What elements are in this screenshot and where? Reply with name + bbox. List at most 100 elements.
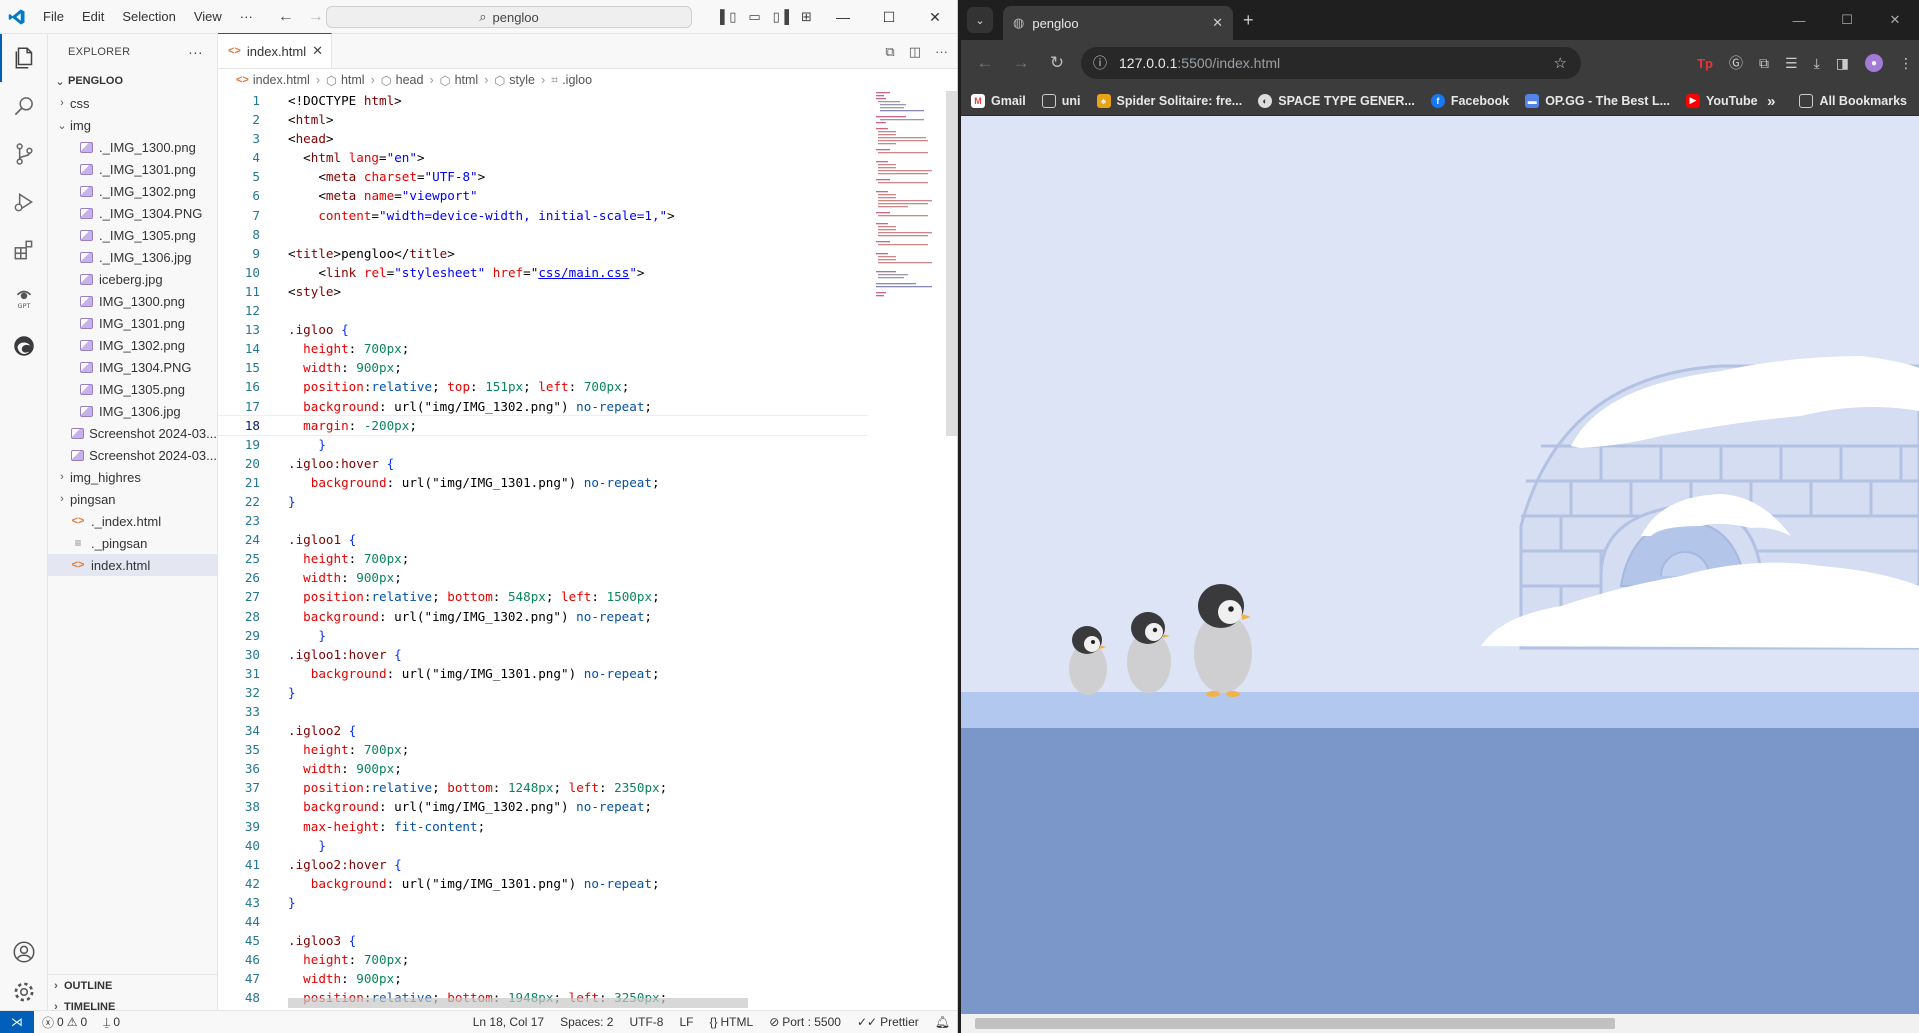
new-tab-icon[interactable]: +: [1243, 10, 1254, 31]
code-line[interactable]: 16 position:relative; top: 151px; left: …: [218, 377, 868, 396]
code-line[interactable]: 22}: [218, 492, 868, 511]
outline-section[interactable]: › OUTLINE: [48, 974, 218, 996]
live-server-port[interactable]: ⊘ Port : 5500: [761, 1015, 849, 1029]
profile-avatar-icon[interactable]: ●: [1865, 54, 1883, 72]
breadcrumb-item[interactable]: html: [341, 73, 365, 87]
toggle-secondary-sidebar-icon[interactable]: ▯▐: [773, 9, 789, 25]
code-line[interactable]: 28 background: url("img/IMG_1302.png") n…: [218, 607, 868, 626]
code-line[interactable]: 41 .igloo2:hover {: [218, 855, 868, 874]
gpt-extension-icon[interactable]: GPT: [0, 274, 48, 322]
code-line[interactable]: 26 width: 900px;: [218, 568, 868, 587]
customize-layout-icon[interactable]: ⊞: [801, 9, 812, 25]
open-preview-icon[interactable]: ⧉: [885, 44, 894, 60]
tp-extension-icon[interactable]: Tp: [1697, 56, 1713, 71]
source-control-icon[interactable]: [0, 130, 48, 178]
toggle-panel-icon[interactable]: ▭: [748, 9, 760, 25]
code-line[interactable]: 7 content="width=device-width, initial-s…: [218, 206, 868, 225]
problems-indicator[interactable]: ⓧ 0 ⚠ 0: [34, 1014, 95, 1031]
code-line[interactable]: 9 <title>pengloo</title>: [218, 244, 868, 263]
code-line[interactable]: 31 background: url("img/IMG_1301.png") n…: [218, 664, 868, 683]
minimize-icon[interactable]: —: [820, 0, 866, 34]
minimize-icon[interactable]: —: [1775, 0, 1823, 40]
code-line[interactable]: 37 position: relative; bottom: 1248px; le…: [218, 778, 868, 797]
bookmark-facebook[interactable]: f Facebook: [1430, 93, 1509, 108]
code-line[interactable]: 30 .igloo1:hover {: [218, 645, 868, 664]
maximize-icon[interactable]: ☐: [866, 0, 912, 34]
code-line[interactable]: 32}: [218, 683, 868, 702]
tree-file[interactable]: ._IMG_1301.png: [48, 158, 217, 180]
breadcrumb-item[interactable]: html: [455, 73, 479, 87]
tree-file[interactable]: ._IMG_1300.png: [48, 136, 217, 158]
run-debug-icon[interactable]: [0, 178, 48, 226]
penguin-small[interactable]: [1069, 626, 1107, 695]
code-line[interactable]: 20 .igloo:hover {: [218, 454, 868, 473]
split-editor-icon[interactable]: ◫: [909, 44, 921, 60]
code-line[interactable]: 40 }: [218, 836, 868, 855]
tree-file[interactable]: <> ._index.html: [48, 510, 217, 532]
back-arrow-icon[interactable]: ←: [278, 8, 294, 26]
code-line[interactable]: 23: [218, 511, 868, 530]
code-line[interactable]: 39 max-height: fit-content;: [218, 817, 868, 836]
grammarly-extension-icon[interactable]: Ⓖ: [1729, 53, 1743, 73]
tree-file[interactable]: IMG_1305.png: [48, 378, 217, 400]
editor-horizontal-scrollbar[interactable]: [288, 998, 748, 1008]
reload-icon[interactable]: ↻: [1039, 53, 1075, 73]
code-line[interactable]: 11 <style>: [218, 282, 868, 301]
tree-file[interactable]: IMG_1300.png: [48, 290, 217, 312]
code-line[interactable]: 47 width: 900px;: [218, 969, 868, 988]
bookmark-uni[interactable]: uni: [1041, 93, 1081, 108]
editor-vertical-scrollbar[interactable]: [946, 91, 957, 436]
tree-folder[interactable]: › img_highres: [48, 466, 217, 488]
bookmark-spider-solitaire[interactable]: ♠ Spider Solitaire: fre...: [1096, 93, 1242, 108]
code-line[interactable]: 43}: [218, 893, 868, 912]
code-line[interactable]: 42 background: url("img/IMG_1301.png") n…: [218, 874, 868, 893]
penguin-medium[interactable]: [1127, 612, 1171, 693]
code-line[interactable]: 6 <meta name="viewport": [218, 186, 868, 205]
tree-file[interactable]: IMG_1306.jpg: [48, 400, 217, 422]
close-icon[interactable]: ✕: [1871, 0, 1919, 40]
tree-file[interactable]: ._IMG_1304.PNG: [48, 202, 217, 224]
menu-view[interactable]: View: [185, 0, 231, 34]
tree-file[interactable]: iceberg.jpg: [48, 268, 217, 290]
edge-devtools-icon[interactable]: [0, 322, 48, 370]
side-panel-icon[interactable]: ◨: [1836, 55, 1849, 72]
extensions-icon[interactable]: [0, 226, 48, 274]
back-arrow-icon[interactable]: ←: [967, 53, 1003, 73]
code-line[interactable]: 5 <meta charset="UTF-8">: [218, 167, 868, 186]
cursor-position[interactable]: Ln 18, Col 17: [465, 1015, 552, 1029]
close-icon[interactable]: ✕: [912, 0, 957, 34]
tree-folder[interactable]: ⌄ img: [48, 114, 217, 136]
extensions-puzzle-icon[interactable]: ⧉: [1759, 55, 1769, 72]
code-line[interactable]: 45 .igloo3 {: [218, 931, 868, 950]
menu-more[interactable]: ···: [231, 0, 262, 34]
code-line[interactable]: 24 .igloo1 {: [218, 530, 868, 549]
tree-file[interactable]: ._IMG_1302.png: [48, 180, 217, 202]
forward-arrow-icon[interactable]: →: [308, 8, 324, 26]
code-line[interactable]: 27 position: relative; bottom: 548px; lef…: [218, 587, 868, 606]
tree-folder[interactable]: › css: [48, 92, 217, 114]
reading-list-icon[interactable]: ☰: [1785, 55, 1798, 72]
settings-gear-icon[interactable]: [0, 968, 48, 1016]
code-line[interactable]: 38 background: url("img/IMG_1302.png") n…: [218, 797, 868, 816]
forward-arrow-icon[interactable]: →: [1003, 53, 1039, 73]
penguin-large[interactable]: [1194, 584, 1252, 697]
code-line[interactable]: 19 }: [218, 435, 868, 454]
encoding[interactable]: UTF-8: [621, 1015, 671, 1029]
maximize-icon[interactable]: ☐: [1823, 0, 1871, 40]
menu-file[interactable]: File: [34, 0, 73, 34]
bookmark-youtube[interactable]: ▶ YouTube: [1686, 93, 1758, 108]
notifications-bell-icon[interactable]: 🔔︎: [927, 1015, 957, 1029]
end-of-line[interactable]: LF: [671, 1015, 701, 1029]
chrome-menu-icon[interactable]: ⋮: [1899, 55, 1913, 72]
close-tab-icon[interactable]: ✕: [312, 43, 323, 59]
more-bookmarks-icon[interactable]: »: [1767, 93, 1775, 110]
code-line[interactable]: 10 <link rel="stylesheet" href="css/main…: [218, 263, 868, 282]
code-line[interactable]: 1 <!DOCTYPE html>: [218, 91, 868, 110]
scrollbar-thumb[interactable]: [975, 1018, 1615, 1029]
code-line[interactable]: 25 height: 700px;: [218, 549, 868, 568]
command-center[interactable]: ⌕ pengloo: [326, 6, 692, 28]
explorer-icon[interactable]: [0, 34, 48, 82]
site-info-icon[interactable]: ⓘ: [1093, 53, 1107, 73]
page-horizontal-scrollbar[interactable]: [961, 1014, 1919, 1033]
code-line[interactable]: 46 height: 700px;: [218, 950, 868, 969]
